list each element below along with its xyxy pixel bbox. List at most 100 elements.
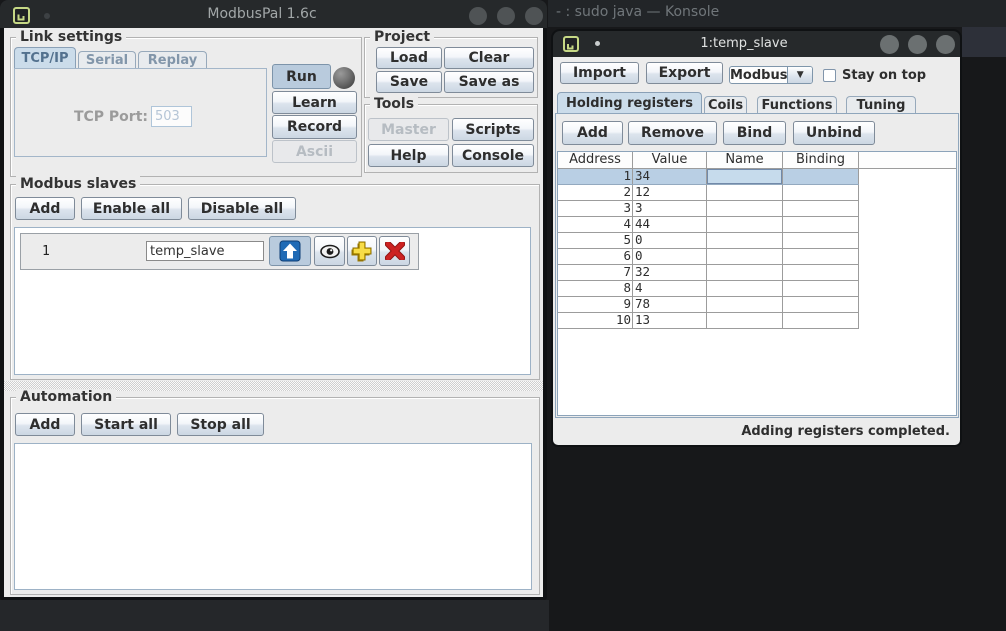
scripts-button[interactable]: Scripts <box>452 118 534 141</box>
save-as-button[interactable]: Save as <box>444 71 534 93</box>
cell-value[interactable]: 0 <box>633 249 707 264</box>
cell-name[interactable] <box>707 201 783 216</box>
master-button[interactable]: Master <box>368 118 449 141</box>
cell-binding[interactable] <box>783 313 859 328</box>
record-button[interactable]: Record <box>272 115 357 139</box>
slave-enable-toggle[interactable] <box>269 236 311 266</box>
cell-value[interactable]: 4 <box>633 281 707 296</box>
cell-name[interactable] <box>707 265 783 280</box>
minimize-button[interactable] <box>469 7 487 25</box>
ascii-button[interactable]: Ascii <box>272 140 357 163</box>
maximize-button[interactable] <box>908 35 927 54</box>
tab-tcpip[interactable]: TCP/IP <box>14 47 76 68</box>
cell-value[interactable]: 3 <box>633 201 707 216</box>
table-row[interactable]: 732 <box>558 265 859 281</box>
tab-tuning[interactable]: Tuning <box>846 96 916 113</box>
help-button[interactable]: Help <box>368 144 449 167</box>
slave-window-titlebar[interactable]: 1:temp_slave <box>553 31 960 57</box>
cell-name[interactable] <box>707 313 783 328</box>
cell-binding[interactable] <box>783 249 859 264</box>
cell-binding[interactable] <box>783 297 859 312</box>
cell-name[interactable] <box>707 169 783 184</box>
cell-value[interactable]: 0 <box>633 233 707 248</box>
cell-name[interactable] <box>707 233 783 248</box>
maximize-button[interactable] <box>497 7 515 25</box>
cell-address[interactable]: 4 <box>558 217 633 232</box>
cell-value[interactable]: 32 <box>633 265 707 280</box>
col-header-value[interactable]: Value <box>633 152 707 168</box>
cell-value[interactable]: 12 <box>633 185 707 200</box>
stay-on-top-checkbox[interactable] <box>823 69 836 82</box>
table-row[interactable]: 50 <box>558 233 859 249</box>
enable-all-button[interactable]: Enable all <box>81 197 182 220</box>
tab-coils[interactable]: Coils <box>704 96 747 113</box>
cell-address[interactable]: 9 <box>558 297 633 312</box>
cell-binding[interactable] <box>783 217 859 232</box>
cell-name[interactable] <box>707 249 783 264</box>
register-bind-button[interactable]: Bind <box>723 121 786 145</box>
export-button[interactable]: Export <box>646 62 723 84</box>
cell-name[interactable] <box>707 185 783 200</box>
close-button[interactable] <box>936 35 955 54</box>
table-row[interactable]: 444 <box>558 217 859 233</box>
cell-value[interactable]: 13 <box>633 313 707 328</box>
tab-serial[interactable]: Serial <box>78 51 136 68</box>
disable-all-button[interactable]: Disable all <box>188 197 296 220</box>
learn-button[interactable]: Learn <box>272 91 357 114</box>
register-unbind-button[interactable]: Unbind <box>793 121 875 145</box>
col-header-name[interactable]: Name <box>707 152 783 168</box>
modbus-dropdown[interactable]: Modbus ▼ <box>729 66 813 84</box>
clear-button[interactable]: Clear <box>444 47 534 69</box>
cell-value[interactable]: 44 <box>633 217 707 232</box>
import-button[interactable]: Import <box>560 62 639 84</box>
cell-address[interactable]: 5 <box>558 233 633 248</box>
tcp-port-field[interactable]: 503 <box>151 106 192 127</box>
table-row[interactable]: 84 <box>558 281 859 297</box>
register-add-button[interactable]: Add <box>562 121 623 145</box>
slave-delete-button[interactable] <box>379 236 410 266</box>
console-button[interactable]: Console <box>452 144 534 167</box>
cell-value[interactable]: 78 <box>633 297 707 312</box>
slave-name-field[interactable]: temp_slave <box>146 241 264 261</box>
save-button[interactable]: Save <box>376 71 442 93</box>
slave-add-register-button[interactable] <box>347 236 377 266</box>
cell-binding[interactable] <box>783 281 859 296</box>
konsole-titlebar[interactable]: - : sudo java — Konsole <box>548 0 1006 27</box>
cell-address[interactable]: 8 <box>558 281 633 296</box>
cell-binding[interactable] <box>783 185 859 200</box>
cell-address[interactable]: 7 <box>558 265 633 280</box>
register-remove-button[interactable]: Remove <box>628 121 717 145</box>
cell-binding[interactable] <box>783 201 859 216</box>
cell-address[interactable]: 2 <box>558 185 633 200</box>
run-button[interactable]: Run <box>272 64 331 89</box>
col-header-address[interactable]: Address <box>558 152 633 168</box>
load-button[interactable]: Load <box>376 47 442 69</box>
automation-add-button[interactable]: Add <box>15 413 75 436</box>
table-row[interactable]: 33 <box>558 201 859 217</box>
start-all-button[interactable]: Start all <box>81 413 171 436</box>
cell-name[interactable] <box>707 217 783 232</box>
slave-add-button[interactable]: Add <box>15 197 75 220</box>
cell-binding[interactable] <box>783 169 859 184</box>
slave-view-button[interactable] <box>314 236 345 266</box>
close-button[interactable] <box>525 7 543 25</box>
stop-all-button[interactable]: Stop all <box>177 413 264 436</box>
cell-name[interactable] <box>707 281 783 296</box>
table-row[interactable]: 978 <box>558 297 859 313</box>
cell-binding[interactable] <box>783 233 859 248</box>
cell-address[interactable]: 1 <box>558 169 633 184</box>
table-row[interactable]: 212 <box>558 185 859 201</box>
tab-replay[interactable]: Replay <box>138 51 207 68</box>
tab-holding-registers[interactable]: Holding registers <box>557 92 702 113</box>
modbuspal-titlebar[interactable]: ModbusPal 1.6c <box>0 0 547 28</box>
table-row[interactable]: 60 <box>558 249 859 265</box>
cell-binding[interactable] <box>783 265 859 280</box>
cell-value[interactable]: 34 <box>633 169 707 184</box>
table-row[interactable]: 1013 <box>558 313 859 329</box>
minimize-button[interactable] <box>880 35 899 54</box>
table-row[interactable]: 134 <box>558 169 859 185</box>
cell-address[interactable]: 10 <box>558 313 633 328</box>
col-header-binding[interactable]: Binding <box>783 152 859 168</box>
cell-address[interactable]: 6 <box>558 249 633 264</box>
tab-functions[interactable]: Functions <box>757 96 837 113</box>
